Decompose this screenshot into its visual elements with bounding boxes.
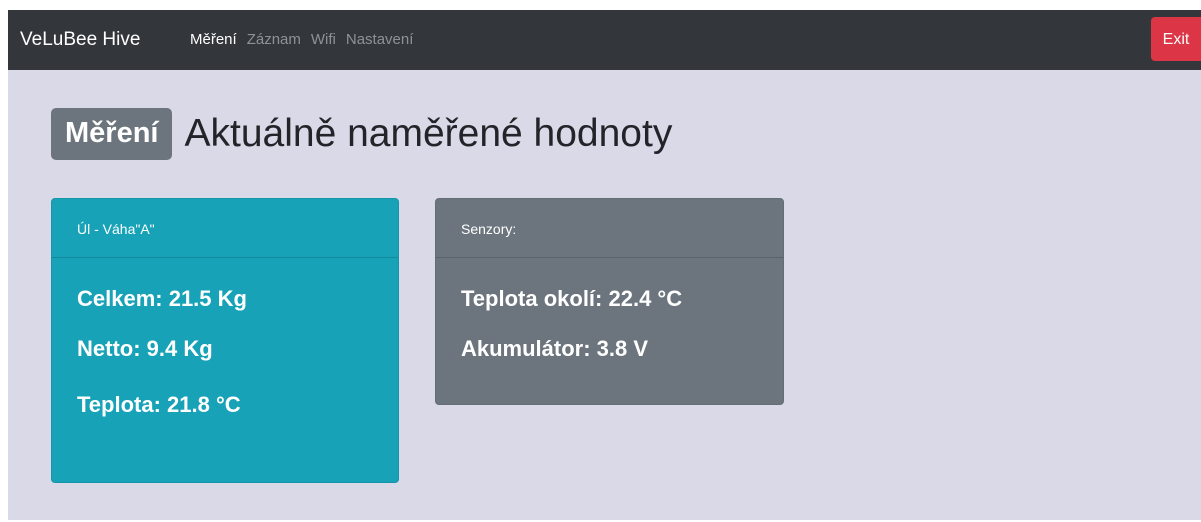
ambient-temperature-value: Teplota okolí: 22.4 °C xyxy=(461,286,683,311)
net-weight-value: Netto: 9.4 Kg xyxy=(77,336,213,361)
page-title: Aktuálně naměřené hodnoty xyxy=(184,112,673,155)
nav-item-mereni[interactable]: Měření xyxy=(190,30,237,50)
nav-item-wifi[interactable]: Wifi xyxy=(311,30,336,50)
battery-voltage-value: Akumulátor: 3.8 V xyxy=(461,336,649,361)
total-weight-value: Celkem: 21.5 Kg xyxy=(77,286,247,311)
section-badge: Měření xyxy=(51,108,173,160)
nav-links: Měření Záznam Wifi Nastavení xyxy=(190,30,423,50)
sensors-card-body: Teplota okolí: 22.4 °C Akumulátor: 3.8 V xyxy=(436,258,783,362)
hive-temperature-value: Teplota: 21.8 °C xyxy=(77,392,241,417)
navbar: VeLuBee Hive Měření Záznam Wifi Nastaven… xyxy=(8,10,1201,70)
weight-card: Úl - Váha"A" Celkem: 21.5 Kg Netto: 9.4 … xyxy=(51,198,399,483)
sensors-card: Senzory: Teplota okolí: 22.4 °C Akumulát… xyxy=(435,198,784,405)
page-heading: Měření Aktuálně naměřené hodnoty xyxy=(51,108,672,160)
nav-item-zaznam[interactable]: Záznam xyxy=(247,30,301,50)
nav-item-nastaveni[interactable]: Nastavení xyxy=(346,30,414,50)
exit-button[interactable]: Exit xyxy=(1151,17,1201,61)
weight-card-body: Celkem: 21.5 Kg Netto: 9.4 Kg Teplota: 2… xyxy=(52,258,398,418)
brand-link[interactable]: VeLuBee Hive xyxy=(20,28,140,52)
app-frame: VeLuBee Hive Měření Záznam Wifi Nastaven… xyxy=(8,10,1201,520)
weight-card-header: Úl - Váha"A" xyxy=(52,199,398,258)
sensors-card-header: Senzory: xyxy=(436,199,783,258)
